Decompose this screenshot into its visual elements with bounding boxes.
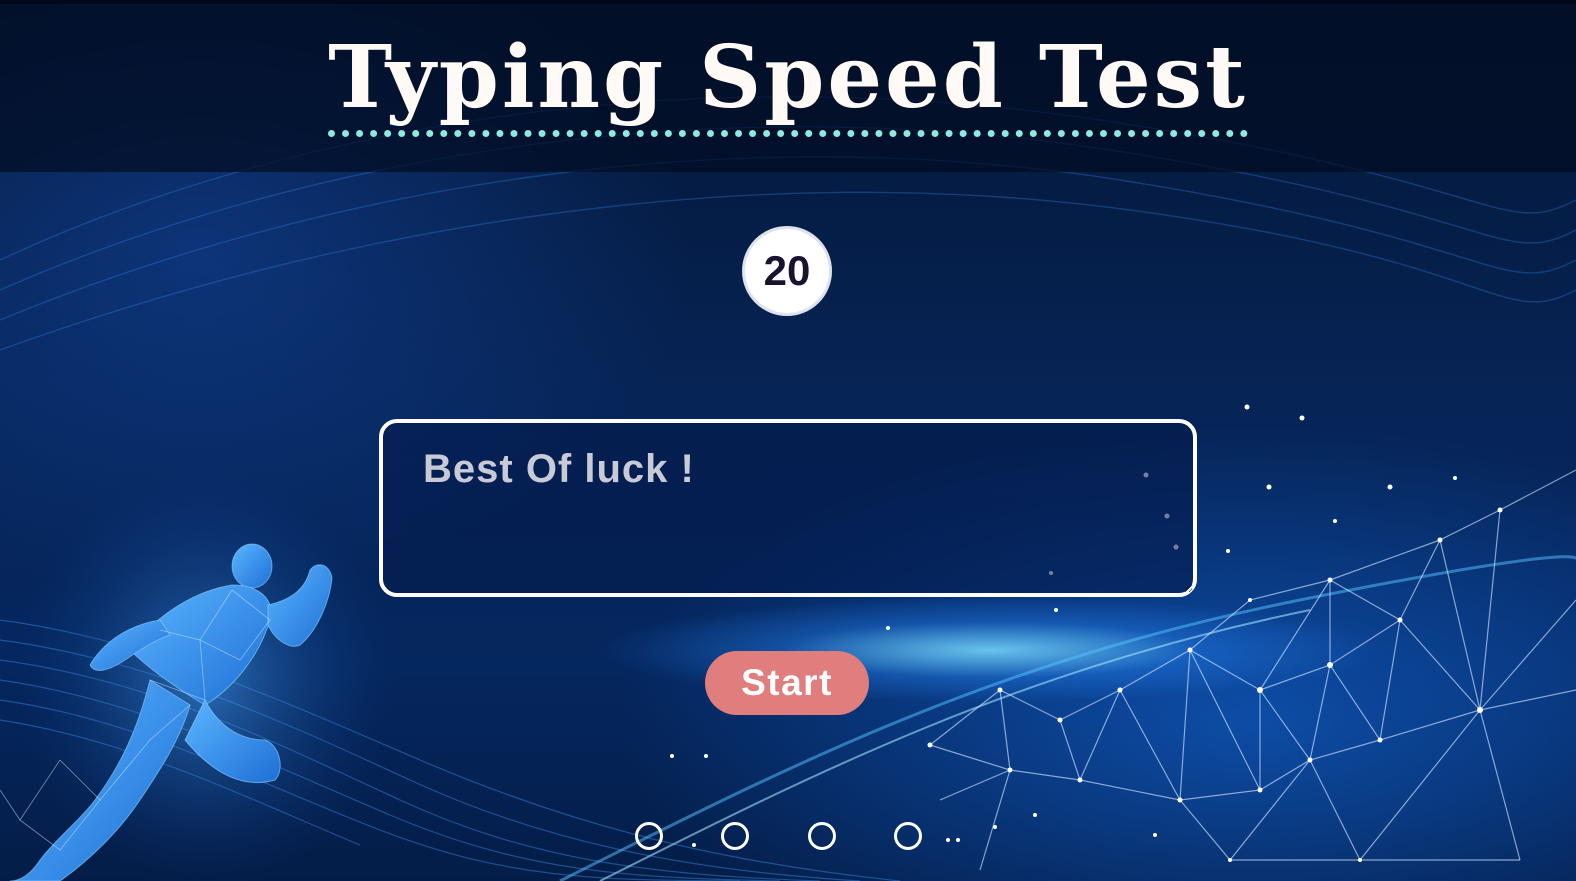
pagination-dot-1[interactable] <box>635 822 663 850</box>
app-background: Typing Speed Test 20 Start <box>0 0 1576 881</box>
pagination-dot-4[interactable] <box>894 822 922 850</box>
countdown-timer: 20 <box>742 226 832 316</box>
typing-input[interactable] <box>379 419 1197 597</box>
page-title: Typing Speed Test <box>0 28 1576 137</box>
start-button[interactable]: Start <box>705 651 869 715</box>
pagination-dot-2[interactable] <box>721 822 749 850</box>
page-title-text: Typing Speed Test <box>328 28 1248 137</box>
pagination-dot-3[interactable] <box>808 822 836 850</box>
